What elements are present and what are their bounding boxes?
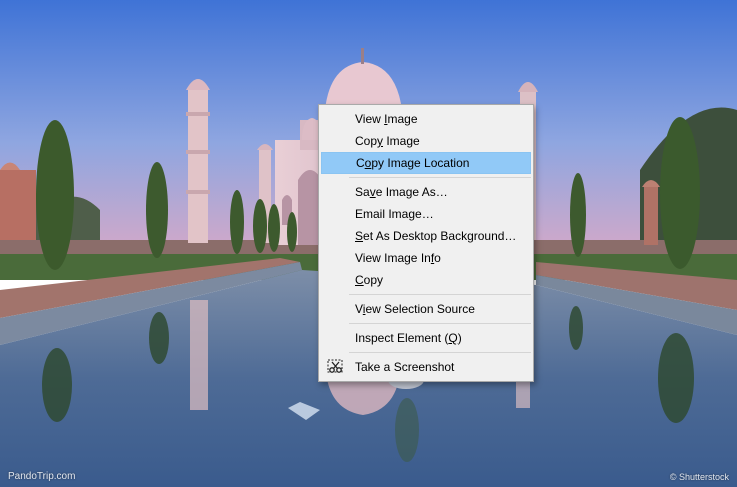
menu-item-set-as-desktop-background[interactable]: Set As Desktop Background… — [321, 225, 531, 247]
screenshot-scissors-icon — [327, 359, 345, 375]
menu-separator — [349, 352, 531, 353]
menu-item-copy-image[interactable]: Copy Image — [321, 130, 531, 152]
menu-item-inspect-element-q[interactable]: Inspect Element (Q) — [321, 327, 531, 349]
menu-item-email-image[interactable]: Email Image… — [321, 203, 531, 225]
menu-item-label: Copy Image — [355, 134, 420, 148]
copyright-watermark: © Shutterstock — [669, 472, 729, 482]
context-menu: View Image Copy Image Copy Image Location S… — [318, 104, 534, 382]
menu-item-save-image-as[interactable]: Save Image As… — [321, 181, 531, 203]
menu-separator — [349, 294, 531, 295]
menu-item-label: Save Image As… — [355, 185, 448, 199]
menu-separator — [349, 177, 531, 178]
menu-item-view-image-info[interactable]: View Image Info — [321, 247, 531, 269]
menu-item-label: Take a Screenshot — [355, 360, 455, 374]
menu-item-label: Set As Desktop Background… — [355, 229, 517, 243]
menu-item-label: View Selection Source — [355, 302, 475, 316]
screen: PandoTrip.com © Shutterstock View Image C… — [0, 0, 737, 487]
site-watermark: PandoTrip.com — [8, 471, 76, 482]
menu-item-copy[interactable]: Copy — [321, 269, 531, 291]
access-key: C — [355, 273, 364, 287]
menu-item-copy-image-location[interactable]: Copy Image Location — [321, 152, 531, 174]
access-key: Q — [448, 331, 458, 345]
menu-item-view-image[interactable]: View Image — [321, 108, 531, 130]
access-key: S — [355, 229, 364, 243]
menu-item-view-selection-source[interactable]: View Selection Source — [321, 298, 531, 320]
menu-item-label: View Image Info — [355, 251, 441, 265]
menu-item-label: Email Image… — [355, 207, 434, 221]
menu-item-label: Copy — [355, 273, 384, 287]
menu-item-label: Inspect Element (Q) — [355, 331, 462, 345]
menu-item-label: Copy Image Location — [356, 156, 470, 170]
menu-item-take-a-screenshot[interactable]: Take a Screenshot — [321, 356, 531, 378]
menu-separator — [349, 323, 531, 324]
menu-item-label: View Image — [355, 112, 418, 126]
